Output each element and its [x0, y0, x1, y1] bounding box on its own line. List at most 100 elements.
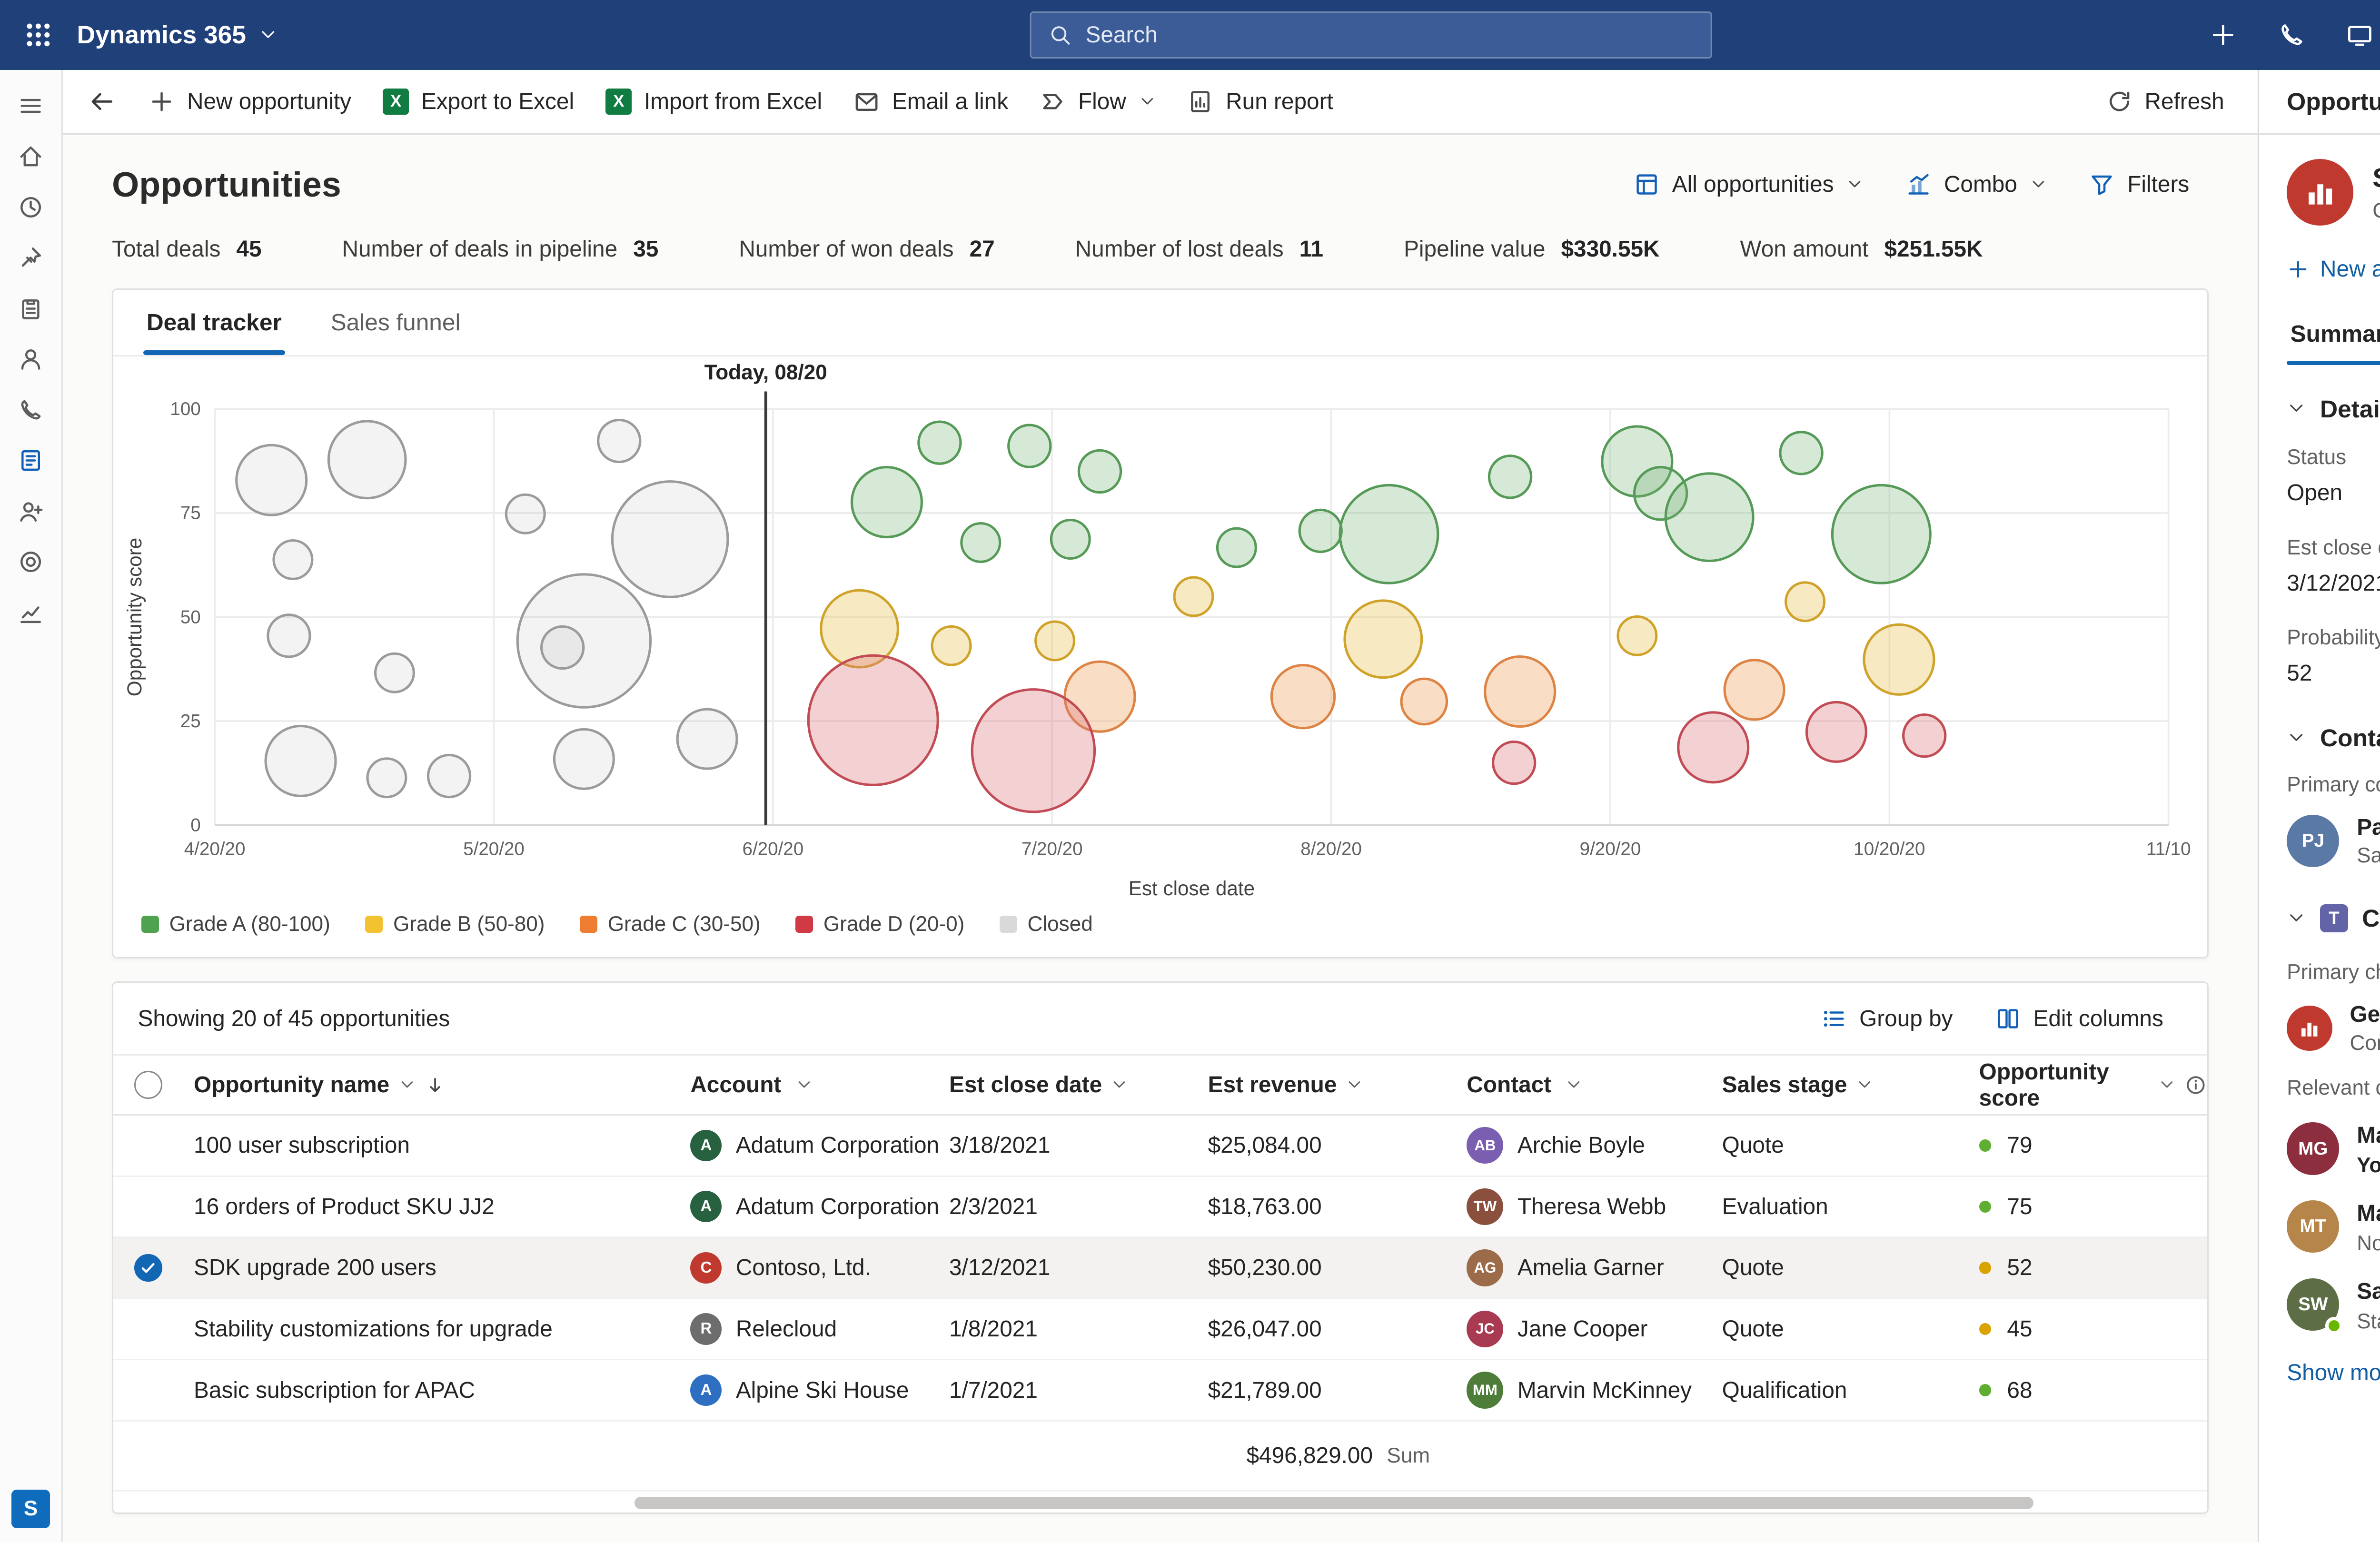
- primary-channel-label: Primary channel: [2287, 960, 2380, 984]
- chat-item-margie-s-travel[interactable]: MTMargie's Travel1:30 PMNoelle: I've bee…: [2287, 1200, 2380, 1255]
- primary-contact[interactable]: PJ Parker Jones Sales Development Rep: [2287, 814, 2380, 868]
- search-input[interactable]: [1086, 22, 1693, 48]
- view-selector[interactable]: All opportunities: [1615, 163, 1883, 207]
- hamburger-menu-icon[interactable]: [0, 80, 62, 131]
- table-row-100-user-subscription[interactable]: 100 user subscriptionAAdatum Corporation…: [113, 1116, 2207, 1177]
- chevron-down-icon: [2158, 1076, 2176, 1094]
- legend-swatch: [365, 916, 383, 933]
- panel-tab-summary[interactable]: Summary: [2287, 307, 2380, 363]
- show-more-chats-link[interactable]: Show more chats: [2287, 1360, 2380, 1386]
- legend-swatch: [141, 916, 159, 933]
- cell-account[interactable]: RRelecloud: [690, 1313, 949, 1344]
- cell-opportunity-name[interactable]: 16 orders of Product SKU JJ2: [183, 1194, 690, 1220]
- cell-account[interactable]: AAdatum Corporation: [690, 1191, 949, 1222]
- score-dot: [1979, 1323, 1992, 1335]
- column-header-contact[interactable]: Contact: [1467, 1072, 1722, 1098]
- column-header-opportunity-score[interactable]: Opportunity score: [1979, 1059, 2207, 1111]
- export-to-excel-button[interactable]: XExport to Excel: [367, 77, 590, 126]
- contact-avatar: PJ: [2287, 815, 2339, 867]
- chat-item-madelyn-gilliam[interactable]: MGMadelyn Gilliam8:15 AMYou: Thanks! Hav…: [2287, 1122, 2380, 1177]
- home-icon[interactable]: [0, 131, 62, 182]
- primary-channel[interactable]: General Contoso, Ltd.: [2287, 1001, 2380, 1055]
- add-icon[interactable]: [2189, 0, 2257, 70]
- group-by-button[interactable]: Group by: [1802, 998, 1972, 1038]
- cell-contact[interactable]: JCJane Cooper: [1467, 1311, 1722, 1347]
- column-header-est-close-date[interactable]: Est close date: [949, 1072, 1208, 1098]
- column-header-sales-stage[interactable]: Sales stage: [1722, 1072, 1979, 1098]
- details-section-header[interactable]: Details: [2287, 395, 2380, 423]
- flow-button[interactable]: Flow: [1024, 77, 1171, 126]
- horizontal-scrollbar[interactable]: [635, 1497, 2033, 1509]
- contacts-icon[interactable]: [0, 486, 62, 537]
- account-logo: A: [690, 1374, 722, 1406]
- search-box[interactable]: [1030, 11, 1712, 59]
- topbar-icon-group: [2189, 0, 2380, 70]
- share-device-icon[interactable]: [2326, 0, 2380, 70]
- new-activity-button[interactable]: New activity: [2287, 256, 2380, 282]
- phone-icon[interactable]: [2258, 0, 2326, 70]
- import-from-excel-button[interactable]: XImport from Excel: [590, 77, 838, 126]
- chevron-down-icon: [1346, 1076, 1363, 1094]
- table-row-16-orders-of-product-sku-jj2[interactable]: 16 orders of Product SKU JJ2AAdatum Corp…: [113, 1177, 2207, 1238]
- table-row-sdk-upgrade-200-users[interactable]: SDK upgrade 200 usersCContoso, Ltd.3/12/…: [113, 1238, 2207, 1299]
- cell-contact[interactable]: TWTheresa Webb: [1467, 1188, 1722, 1225]
- cell-account[interactable]: AAdatum Corporation: [690, 1130, 949, 1161]
- table-row-stability-customizations-for-upgrade[interactable]: Stability customizations for upgradeRRel…: [113, 1299, 2207, 1361]
- area-switcher-badge[interactable]: S: [11, 1490, 50, 1528]
- run-report-button[interactable]: Run report: [1171, 77, 1349, 126]
- chat-preview: You: Thanks! Have a nice weekend: [2357, 1154, 2380, 1177]
- excel-icon: X: [605, 89, 632, 115]
- table-row-basic-subscription-for-apac[interactable]: Basic subscription for APACAAlpine Ski H…: [113, 1360, 2207, 1422]
- svg-text:50: 50: [180, 607, 201, 627]
- apps-waffle-icon[interactable]: [0, 0, 77, 70]
- edit-columns-button[interactable]: Edit columns: [1975, 998, 2182, 1038]
- tab-sales-funnel[interactable]: Sales funnel: [311, 290, 480, 355]
- opportunity-side-panel: Opportunity SDK upgrade 200 users Contos…: [2258, 70, 2380, 1542]
- goals-icon[interactable]: [0, 537, 62, 588]
- opportunities-icon[interactable]: [0, 435, 62, 486]
- select-all-checkbox[interactable]: [113, 1071, 183, 1099]
- page-title: Opportunities: [112, 164, 341, 205]
- contact-avatar: TW: [1467, 1188, 1503, 1225]
- cell-contact[interactable]: ABArchie Boyle: [1467, 1127, 1722, 1164]
- tab-deal-tracker[interactable]: Deal tracker: [127, 290, 301, 355]
- cell-contact[interactable]: MMMarvin McKinney: [1467, 1372, 1722, 1408]
- cell-opportunity-name[interactable]: 100 user subscription: [183, 1132, 690, 1158]
- analytics-icon[interactable]: [0, 587, 62, 638]
- chat-item-samuel-weeks[interactable]: SWSamuel WeeksSuggestedStart chatting wi…: [2287, 1278, 2380, 1334]
- account-logo: C: [690, 1252, 722, 1284]
- calls-icon[interactable]: [0, 385, 62, 435]
- email-a-link-button[interactable]: Email a link: [838, 77, 1024, 126]
- column-header-opportunity-name[interactable]: Opportunity name: [183, 1072, 690, 1098]
- cell-account[interactable]: AAlpine Ski House: [690, 1374, 949, 1406]
- contacts-section-header[interactable]: Contacts: [2287, 723, 2380, 752]
- refresh-button[interactable]: Refresh: [2091, 77, 2240, 126]
- cell-opportunity-score: 52: [1979, 1255, 2207, 1281]
- column-header-est-revenue[interactable]: Est revenue: [1208, 1072, 1467, 1098]
- recent-clock-icon[interactable]: [0, 182, 62, 233]
- chart-type-selector[interactable]: Combo: [1886, 163, 2066, 207]
- filters-button[interactable]: Filters: [2070, 163, 2209, 207]
- pinned-icon[interactable]: [0, 233, 62, 284]
- column-header-account[interactable]: Account: [690, 1072, 949, 1098]
- chevron-down-icon: [2287, 728, 2306, 747]
- chat-preview: Start chatting with active member of Sal…: [2357, 1310, 2380, 1334]
- cell-account[interactable]: CContoso, Ltd.: [690, 1252, 949, 1284]
- cell-opportunity-name[interactable]: SDK upgrade 200 users: [183, 1255, 690, 1281]
- back-button[interactable]: [73, 77, 129, 126]
- chevron-down-icon: [1111, 1076, 1128, 1094]
- row-selected-checkbox[interactable]: [134, 1254, 162, 1282]
- cell-opportunity-name[interactable]: Basic subscription for APAC: [183, 1377, 690, 1404]
- cell-sales-stage: Qualification: [1722, 1377, 1979, 1404]
- accounts-icon[interactable]: [0, 334, 62, 385]
- new-opportunity-button[interactable]: New opportunity: [133, 77, 367, 126]
- contacts-section: Contacts Primary contact PJ Parker Jones…: [2287, 723, 2380, 868]
- panel-title: Opportunity: [2287, 87, 2380, 116]
- cell-est-close-date: 3/12/2021: [949, 1255, 1208, 1281]
- checkbox-circle: [134, 1071, 162, 1099]
- field-status: StatusOpen: [2287, 445, 2380, 506]
- cell-contact[interactable]: AGAmelia Garner: [1467, 1249, 1722, 1286]
- my-work-icon[interactable]: [0, 283, 62, 334]
- app-title[interactable]: Dynamics 365: [77, 20, 278, 49]
- cell-opportunity-name[interactable]: Stability customizations for upgrade: [183, 1316, 690, 1342]
